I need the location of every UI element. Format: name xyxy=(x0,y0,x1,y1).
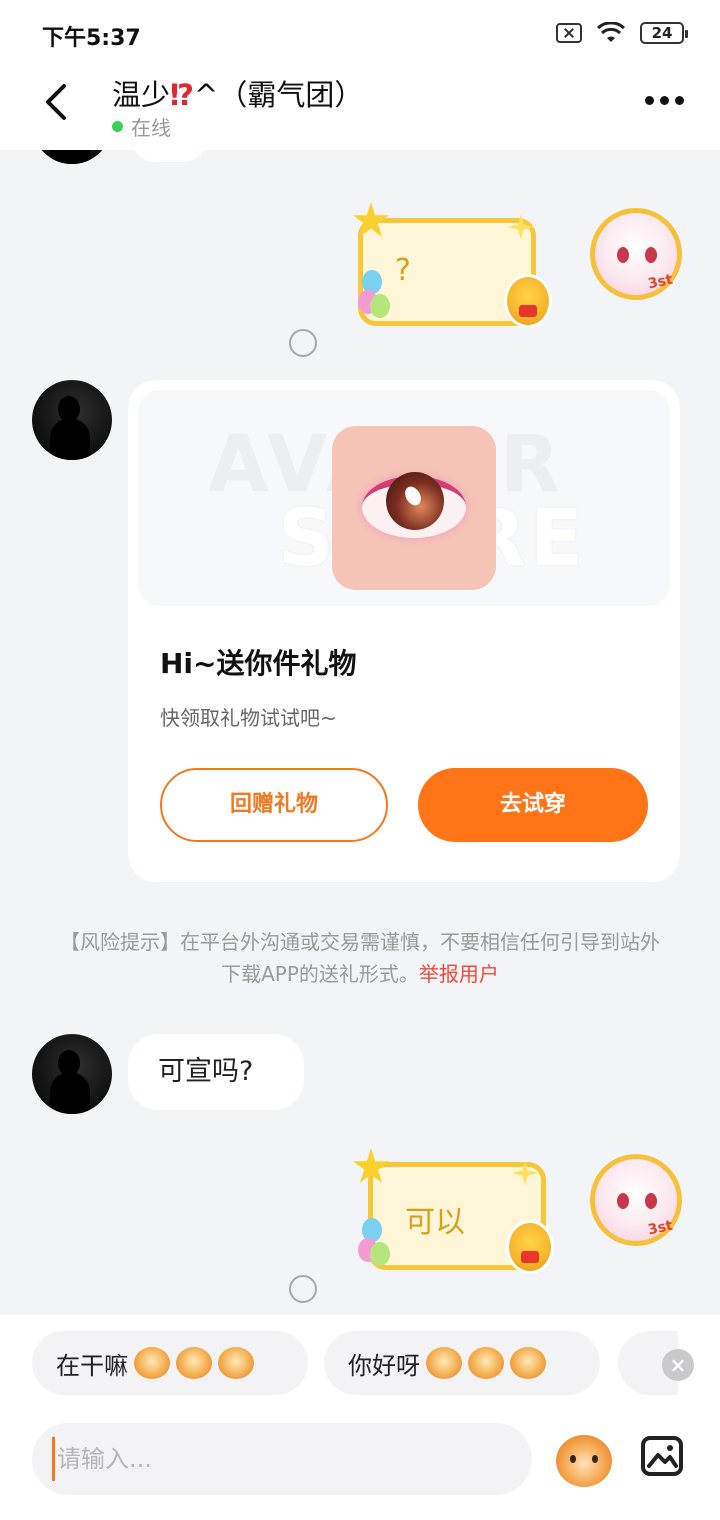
gift-banner: AVATAR STORE xyxy=(138,390,670,606)
quick-reply-chip[interactable]: 你好呀 xyxy=(324,1331,600,1395)
sim-icon xyxy=(556,23,582,43)
contact-avatar[interactable] xyxy=(32,380,112,460)
read-status-icon xyxy=(289,1275,317,1303)
more-dots-icon[interactable] xyxy=(645,96,684,105)
quick-reply-label: 在干嘛 xyxy=(56,1351,128,1380)
online-status: 在线 xyxy=(112,112,171,141)
message-input-box[interactable] xyxy=(32,1423,532,1495)
chat-title-name: 温少 xyxy=(112,78,171,112)
sticker-text: ? xyxy=(395,253,411,288)
grin-emoji-icon xyxy=(134,1347,170,1379)
risk-notice-text: 【风险提示】在平台外沟通或交易需谨慎，不要相信任何引导到站外下载APP的送礼形式… xyxy=(60,930,660,986)
message-input[interactable] xyxy=(52,1437,512,1481)
grin-emoji-icon xyxy=(176,1347,212,1379)
try-on-button[interactable]: 去试穿 xyxy=(418,768,648,842)
self-badge: 3st xyxy=(646,1217,675,1239)
mascot-icon xyxy=(506,1220,554,1274)
mascot-icon xyxy=(504,274,552,328)
gift-title: Hi~送你件礼物 xyxy=(160,647,357,680)
message-bubble[interactable] xyxy=(130,150,208,162)
report-user-link[interactable]: 举报用户 xyxy=(419,962,499,986)
chat-title: 温少⁉^（霸气团） xyxy=(112,72,363,114)
chat-area[interactable]: ? 3st AVATAR STORE Hi~送你件礼物 快领取礼物试试吧~ 回赠… xyxy=(0,150,720,1315)
battery-icon: 24 xyxy=(640,22,688,44)
smile-emoji-icon xyxy=(510,1347,546,1379)
sticker-text: 可以 xyxy=(405,1205,465,1240)
bottom-panel: 在干嘛 你好呀 × xyxy=(0,1315,720,1520)
chat-title-suffix: ^（霸气团） xyxy=(194,78,364,112)
risk-notice: 【风险提示】在平台外沟通或交易需谨慎，不要相信任何引导到站外下载APP的送礼形式… xyxy=(60,926,660,990)
online-dot-icon xyxy=(112,121,123,132)
contact-avatar[interactable] xyxy=(32,1034,112,1114)
back-button[interactable] xyxy=(36,80,76,124)
gift-card[interactable]: AVATAR STORE Hi~送你件礼物 快领取礼物试试吧~ 回赠礼物 去试穿 xyxy=(128,380,680,882)
wifi-icon xyxy=(596,22,626,42)
smile-emoji-icon xyxy=(468,1347,504,1379)
quick-reply-chip[interactable]: 在干嘛 xyxy=(32,1331,308,1395)
read-status-icon xyxy=(289,329,317,357)
chat-title-emoji: ⁉ xyxy=(170,78,195,112)
balloons-icon xyxy=(358,1218,392,1274)
smile-emoji-icon xyxy=(426,1347,462,1379)
back-arrow-icon xyxy=(46,84,66,120)
contact-avatar[interactable] xyxy=(32,150,112,164)
top-bar: 下午5:37 24 温少⁉^（霸气团） 在线 xyxy=(0,0,720,150)
quick-reply-label: 你好呀 xyxy=(348,1351,420,1380)
online-status-label: 在线 xyxy=(131,116,171,140)
balloons-icon xyxy=(358,270,392,326)
gift-subtitle: 快领取礼物试试吧~ xyxy=(160,706,337,730)
status-time: 下午5:37 xyxy=(42,26,141,51)
text-message[interactable]: 可宣吗? xyxy=(128,1034,304,1110)
close-icon[interactable]: × xyxy=(662,1349,694,1381)
self-badge: 3st xyxy=(646,271,675,293)
gift-thumbnail xyxy=(332,426,496,590)
grin-emoji-icon xyxy=(218,1347,254,1379)
status-icons: 24 xyxy=(556,22,688,44)
return-gift-button[interactable]: 回赠礼物 xyxy=(160,768,388,842)
sticker-icon[interactable] xyxy=(556,1435,612,1487)
image-icon[interactable] xyxy=(640,1435,684,1477)
